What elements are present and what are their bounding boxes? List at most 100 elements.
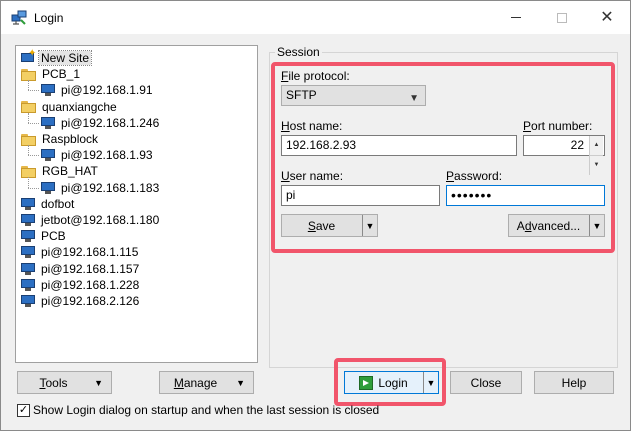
login-button-label: Login: [378, 375, 408, 390]
file-protocol-label: File protocol:: [281, 69, 350, 83]
tree-connector: [28, 177, 29, 188]
save-button[interactable]: Save ▼: [281, 214, 378, 237]
show-login-checkbox[interactable]: ✓: [17, 403, 30, 417]
login-icon: [359, 375, 374, 390]
monitor-icon: [20, 213, 36, 227]
tree-item[interactable]: pi@192.168.1.246: [40, 115, 161, 131]
close-window-button[interactable]: ✕: [584, 1, 630, 34]
login-dropdown-arrow-icon[interactable]: ▼: [423, 372, 438, 393]
tree-item[interactable]: RGB_HAT: [20, 163, 100, 179]
tree-item-label: pi@192.168.1.246: [61, 115, 160, 130]
monitor-icon: [20, 197, 36, 211]
login-button-content: Login: [359, 375, 408, 390]
monitor-icon: [20, 245, 36, 259]
tree-item[interactable]: ✦ New Site: [20, 48, 93, 66]
site-tree[interactable]: ✦ New Site PCB_1 pi@192.168.1.91 quanxiangch…: [15, 45, 258, 363]
tree-item-label: pi@192.168.1.115: [41, 245, 139, 260]
tree-item-label: PCB: [41, 229, 66, 244]
tree-connector: [28, 90, 39, 92]
tree-connector: [28, 80, 29, 91]
user-name-input[interactable]: pi: [281, 185, 440, 206]
window-bottom-edge: [1, 422, 630, 430]
tree-item-label: quanxiangche: [42, 99, 117, 114]
login-window: Login ✕ ✦ New Site PCB_1 pi@192.168.1.91 qua…: [0, 0, 631, 431]
window-title: Login: [34, 11, 64, 25]
port-number-input[interactable]: 22 ▲ ▼: [523, 135, 605, 175]
folder-icon: [20, 133, 37, 146]
manage-caret-icon: ▼: [236, 378, 245, 388]
host-name-label: Host name:: [281, 119, 343, 133]
monitor-icon: [20, 294, 36, 308]
tree-item[interactable]: jetbot@192.168.1.180: [20, 212, 161, 228]
tree-item-label: jetbot@192.168.1.180: [41, 213, 160, 227]
new-site-icon: ✦: [20, 48, 36, 65]
folder-icon: [20, 100, 37, 114]
minimize-icon: [511, 17, 521, 18]
tools-button[interactable]: Tools ▼: [17, 371, 112, 394]
monitor-icon: [40, 116, 56, 130]
tree-item[interactable]: dofbot: [20, 196, 76, 212]
advanced-button[interactable]: Advanced... ▼: [508, 214, 605, 237]
tree-item-label: PCB_1: [42, 67, 81, 82]
tree-item-label: pi@192.168.1.157: [41, 261, 140, 276]
tree-connector: [28, 112, 29, 123]
monitor-icon: [20, 278, 36, 292]
tree-item[interactable]: pi@192.168.1.157: [20, 261, 141, 277]
close-button[interactable]: Close: [450, 371, 522, 394]
tree-item[interactable]: PCB_1: [20, 66, 82, 82]
save-button-label: Save: [307, 218, 336, 233]
monitor-icon: [20, 262, 36, 276]
tree-item-label: pi@192.168.2.126: [41, 294, 140, 308]
manage-button[interactable]: Manage ▼: [159, 371, 254, 394]
show-login-label: Show Login dialog on startup and when th…: [33, 403, 380, 417]
tree-connector: [28, 145, 29, 156]
tree-item[interactable]: quanxiangche: [20, 99, 119, 115]
monitor-icon: [20, 229, 36, 243]
password-input[interactable]: •••••••: [446, 185, 605, 206]
host-name-input[interactable]: 192.168.2.93: [281, 135, 517, 156]
save-dropdown-arrow-icon[interactable]: ▼: [362, 215, 377, 236]
help-button[interactable]: Help: [534, 371, 614, 394]
folder-icon: [20, 165, 37, 178]
tree-item[interactable]: pi@192.168.1.228: [20, 277, 141, 293]
user-name-label: User name:: [281, 169, 344, 183]
minimize-button[interactable]: [493, 1, 539, 34]
maximize-button[interactable]: [539, 1, 585, 34]
tree-item[interactable]: pi@192.168.2.126: [20, 293, 141, 309]
tree-item-label: New Site: [37, 50, 93, 66]
tree-item-label: dofbot: [41, 196, 75, 211]
tree-item-label: RGB_HAT: [42, 164, 98, 179]
password-label: Password:: [446, 169, 503, 183]
tools-button-label: Tools: [39, 375, 68, 390]
port-spinner[interactable]: ▲ ▼: [589, 136, 603, 175]
advanced-button-label: Advanced...: [516, 218, 581, 233]
close-icon: ✕: [600, 8, 614, 26]
tree-item[interactable]: PCB: [20, 228, 68, 244]
chevron-down-icon: ▼: [409, 93, 419, 104]
folder-icon: [20, 68, 37, 81]
winscp-app-icon: [11, 10, 27, 25]
tree-item[interactable]: pi@192.168.1.91: [40, 82, 155, 98]
show-login-dialog-option[interactable]: ✓ Show Login dialog on startup and when …: [17, 403, 379, 417]
tree-connector: [28, 187, 39, 189]
monitor-icon: [40, 83, 56, 97]
title-bar: Login ✕: [1, 1, 630, 34]
file-protocol-value: SFTP: [286, 88, 317, 102]
spin-down-icon[interactable]: ▼: [589, 156, 603, 175]
tree-item[interactable]: pi@192.168.1.183: [40, 180, 161, 196]
tree-connector: [28, 155, 39, 157]
spin-up-icon[interactable]: ▲: [589, 136, 603, 156]
file-protocol-select[interactable]: SFTP ▼: [281, 85, 426, 106]
tree-item-label: pi@192.168.1.91: [61, 83, 153, 98]
tree-item[interactable]: Raspblock: [20, 131, 100, 147]
tools-caret-icon: ▼: [94, 378, 103, 388]
monitor-icon: [40, 148, 56, 162]
port-number-label: Port number:: [523, 119, 593, 133]
tree-item-label: pi@192.168.1.183: [61, 180, 160, 195]
login-button[interactable]: Login ▼: [344, 371, 439, 394]
maximize-icon: [557, 12, 567, 23]
tree-item[interactable]: pi@192.168.1.93: [40, 147, 155, 163]
advanced-dropdown-arrow-icon[interactable]: ▼: [589, 215, 604, 236]
port-number-value: 22: [570, 138, 584, 152]
tree-item[interactable]: pi@192.168.1.115: [20, 244, 140, 260]
